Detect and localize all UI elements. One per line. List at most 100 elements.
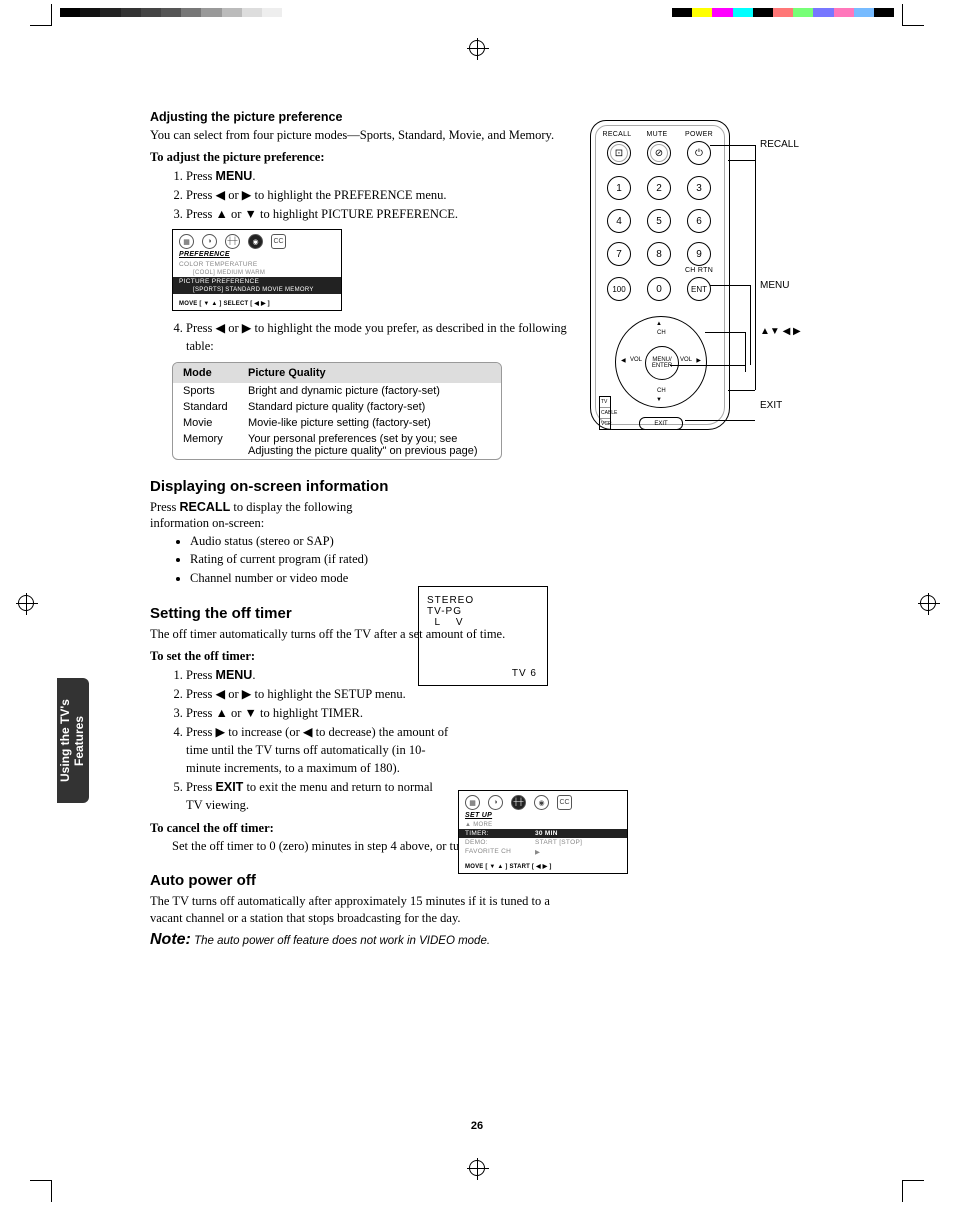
- num-button: 6: [687, 209, 711, 233]
- bullet-list: Audio status (stereo or SAP) Rating of c…: [150, 532, 570, 586]
- table-cell: Bright and dynamic picture (factory-set): [248, 385, 491, 397]
- step-item: Press MENU.: [186, 167, 570, 185]
- info-line: L V: [427, 617, 539, 628]
- osd-setup-icon: ┼┼: [511, 795, 526, 810]
- num-button: 7: [607, 242, 631, 266]
- osd-cc-icon: CC: [271, 234, 286, 249]
- step-item: Press MENU.: [186, 666, 450, 684]
- osd-title: SET UP: [459, 812, 627, 821]
- table-cell: Sports: [183, 385, 248, 397]
- remote-diagram: RECALL MUTE POWER ⊡ ⊘ ⏻ 1 2 3 4 5 6 7 8 …: [580, 110, 840, 440]
- body-text: Press RECALL to display the following in…: [150, 499, 400, 533]
- osd-row-selected: TIMER:30 MIN: [459, 829, 627, 838]
- heading-adjust-preference: Adjusting the picture preference: [150, 110, 570, 124]
- list-item: Channel number or video mode: [190, 569, 570, 587]
- osd-picture-icon: ▦: [465, 795, 480, 810]
- callout-menu: MENU: [760, 280, 789, 291]
- mode-switch: TV CABLE VCR: [599, 396, 611, 430]
- osd-row-selected: [SPORTS] STANDARD MOVIE MEMORY: [173, 286, 341, 294]
- ent-button: ENT: [687, 277, 711, 301]
- howto-label: To adjust the picture preference:: [150, 150, 570, 165]
- power-button: ⏻: [687, 141, 711, 165]
- exit-button: EXIT: [639, 417, 683, 430]
- step-item: Press ▲ or ▼ to highlight PICTURE PREFER…: [186, 205, 570, 223]
- num-button: 3: [687, 176, 711, 200]
- list-item: Rating of current program (if rated): [190, 550, 570, 568]
- table-cell: Standard picture quality (factory-set): [248, 401, 491, 413]
- osd-row: [COOL] MEDIUM WARM: [173, 269, 341, 277]
- osd-audio-icon: ◑: [202, 234, 217, 249]
- remote-label: CH RTN: [681, 267, 717, 274]
- osd-row: FAVORITE CH▶: [459, 847, 627, 857]
- osd-row-selected: PICTURE PREFERENCE: [173, 277, 341, 286]
- step-item: Press ◀ or ▶ to highlight the mode you p…: [186, 319, 570, 355]
- crop-mark: [30, 1180, 52, 1202]
- step-item: Press ▶ to increase (or ◀ to decrease) t…: [186, 723, 450, 777]
- registration-marks: [0, 0, 954, 30]
- info-line: STEREO: [427, 595, 539, 606]
- side-tab: Using the TV'sFeatures: [57, 678, 89, 803]
- step-item: Press ▲ or ▼ to highlight TIMER.: [186, 704, 450, 722]
- crop-mark: [902, 1180, 924, 1202]
- num-button: 1: [607, 176, 631, 200]
- osd-footer: MOVE [ ▼ ▲ ] SELECT [ ◀ ▶ ]: [173, 294, 341, 310]
- crop-mark: [902, 4, 924, 26]
- heading-auto-power-off: Auto power off: [150, 872, 570, 889]
- osd-picture-icon: ▦: [179, 234, 194, 249]
- list-item: Audio status (stereo or SAP): [190, 532, 570, 550]
- remote-label: RECALL: [599, 131, 635, 138]
- osd-cc-icon: CC: [557, 795, 572, 810]
- remote-label: POWER: [681, 131, 717, 138]
- num-button: 9: [687, 242, 711, 266]
- intro-text: You can select from four picture modes—S…: [150, 127, 570, 144]
- body-text: The TV turns off automatically after app…: [150, 893, 570, 927]
- info-channel: TV 6: [512, 668, 537, 679]
- table-header: Mode: [183, 367, 248, 379]
- note: Note: The auto power off feature does no…: [150, 931, 570, 949]
- num-button: 5: [647, 209, 671, 233]
- steps-list: Press MENU. Press ◀ or ▶ to highlight th…: [150, 666, 450, 815]
- table-cell: Movie: [183, 417, 248, 429]
- osd-sliders-icon: ┼┼: [225, 234, 240, 249]
- page-number: 26: [0, 1120, 954, 1132]
- osd-pref-icon: ◉: [534, 795, 549, 810]
- steps-list: Press MENU. Press ◀ or ▶ to highlight th…: [150, 167, 570, 223]
- recall-button: ⊡: [607, 141, 631, 165]
- step-item: Press ◀ or ▶ to highlight the SETUP menu…: [186, 685, 450, 703]
- registration-target: [469, 1160, 485, 1176]
- table-cell: Memory: [183, 433, 248, 457]
- registration-target: [18, 595, 34, 611]
- callout-exit: EXIT: [760, 400, 782, 411]
- num-button: 2: [647, 176, 671, 200]
- osd-row: COLOR TEMPERATURE: [173, 260, 341, 269]
- callout-arrows: ▲▼ ◀ ▶: [760, 326, 801, 337]
- registration-target: [469, 40, 485, 56]
- table-cell: Movie-like picture setting (factory-set): [248, 417, 491, 429]
- step-item: Press ◀ or ▶ to highlight the PREFERENCE…: [186, 186, 570, 204]
- callout-recall: RECALL: [760, 139, 799, 150]
- dpad: ▲ CH CH ▼ ◀ VOL VOL ▶ MENU/ENTER: [615, 316, 707, 408]
- registration-target: [920, 595, 936, 611]
- osd-row: ▲ MORE: [459, 821, 627, 829]
- num-button: 8: [647, 242, 671, 266]
- crop-mark: [30, 4, 52, 26]
- osd-audio-icon: ◑: [488, 795, 503, 810]
- remote-label: MUTE: [639, 131, 675, 138]
- recall-info-box: STEREO TV-PG L V TV 6: [418, 586, 548, 686]
- num-button: 0: [647, 277, 671, 301]
- table-cell: Standard: [183, 401, 248, 413]
- osd-footer: MOVE [ ▼ ▲ ] START [ ◀ ▶ ]: [459, 857, 627, 873]
- step-item: Press EXIT to exit the menu and return t…: [186, 778, 450, 814]
- mute-button: ⊘: [647, 141, 671, 165]
- osd-title: PREFERENCE: [173, 251, 341, 260]
- menu-enter-button: MENU/ENTER: [645, 346, 679, 380]
- num-button: 4: [607, 209, 631, 233]
- steps-list: Press ◀ or ▶ to highlight the mode you p…: [150, 319, 570, 355]
- osd-pref-icon: ◉: [248, 234, 263, 249]
- osd-row: DEMO:START [STOP]: [459, 838, 627, 847]
- mode-table: ModePicture Quality SportsBright and dyn…: [172, 362, 502, 460]
- table-cell: Your personal preferences (set by you; s…: [248, 433, 491, 457]
- info-line: TV-PG: [427, 606, 539, 617]
- table-header: Picture Quality: [248, 367, 491, 379]
- osd-setup: ▦ ◑ ┼┼ ◉ CC SET UP ▲ MORE TIMER:30 MIN D…: [458, 790, 628, 874]
